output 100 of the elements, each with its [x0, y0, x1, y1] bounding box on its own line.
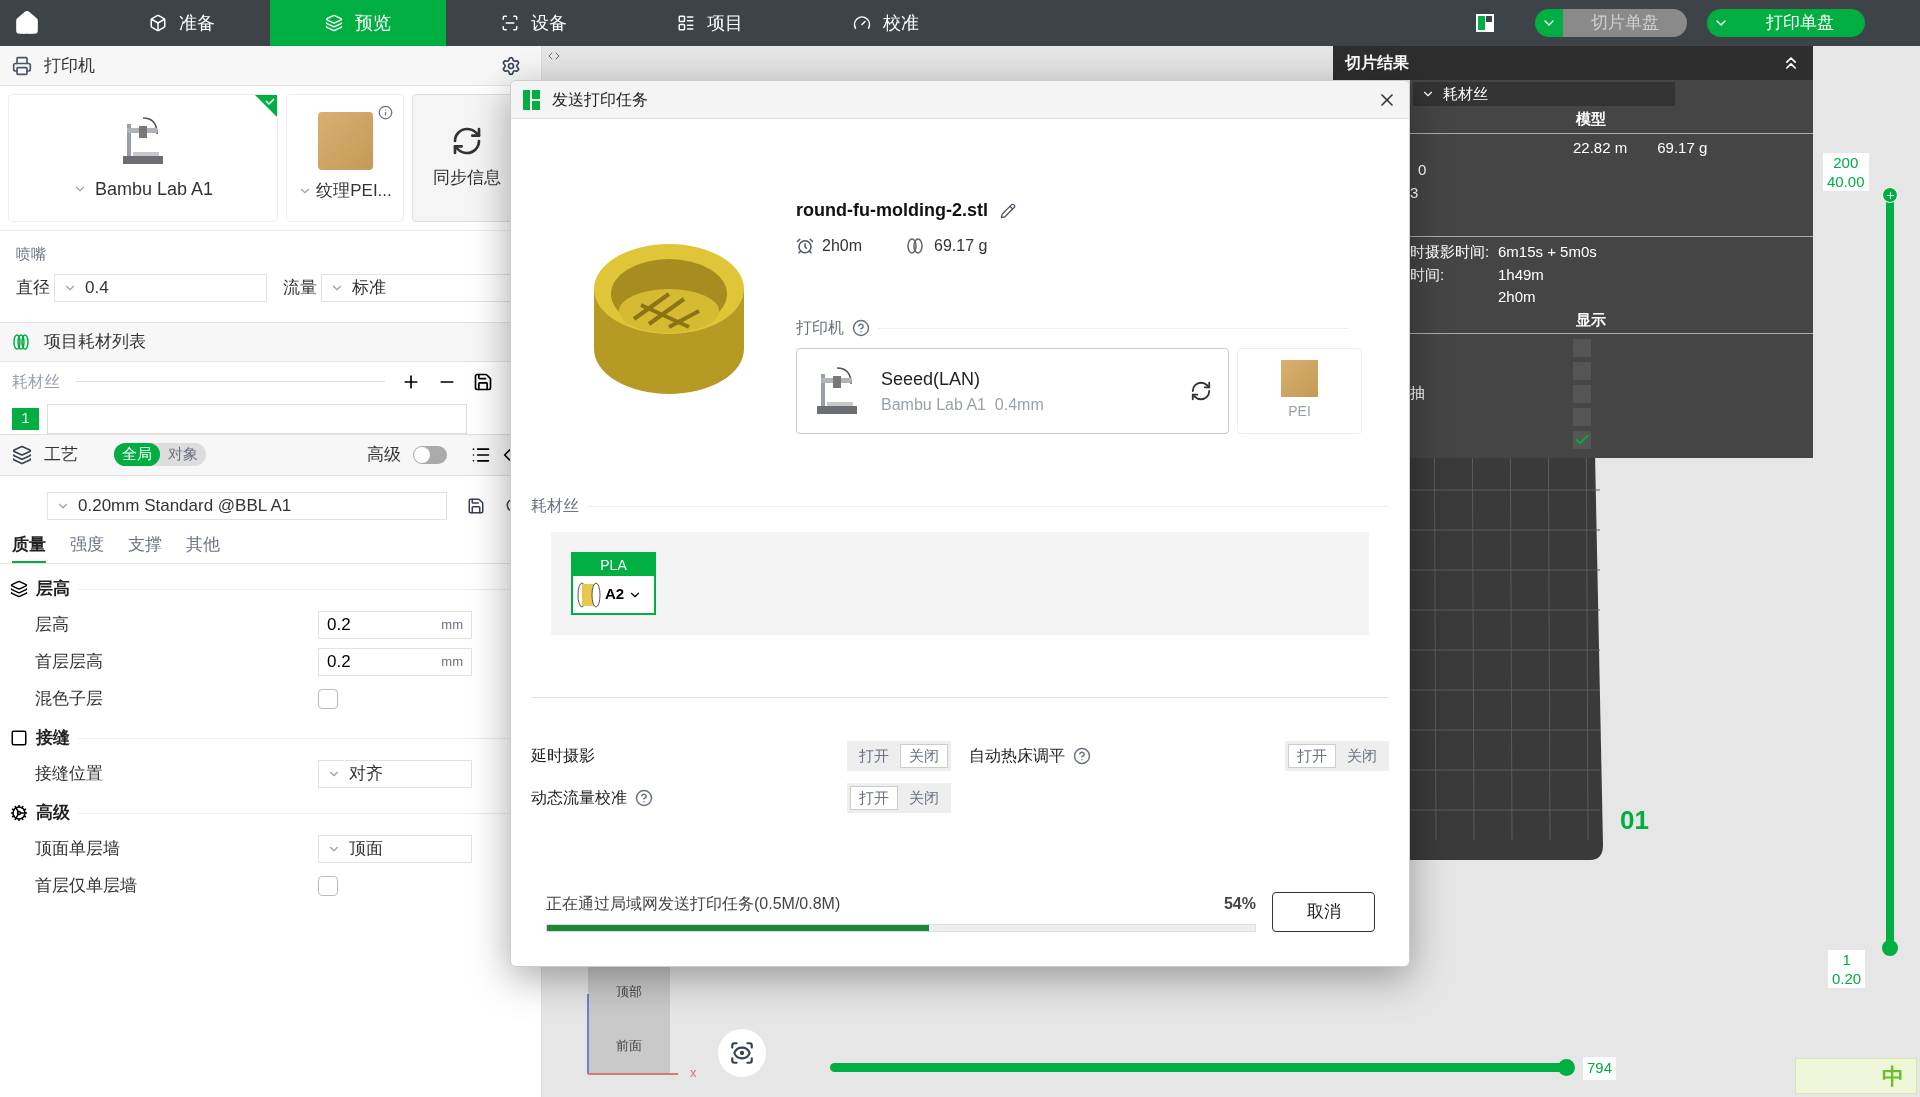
setting-label: 顶面单层墙 — [35, 837, 121, 860]
slice-dropdown[interactable] — [1535, 9, 1563, 37]
nav-tab[interactable]: 准备 — [94, 0, 270, 46]
printer-name: Bambu Lab A1 — [94, 177, 214, 201]
process-icon — [12, 444, 32, 465]
setting-label: 首层层高 — [35, 650, 104, 673]
section-title: 层高 — [36, 578, 70, 601]
tab[interactable]: 强度 — [70, 531, 104, 563]
setting-label: 首层仅单层墙 — [35, 874, 138, 897]
view-cube: 顶部 前面 — [588, 965, 670, 1073]
toggle-option[interactable]: 打开 — [850, 743, 898, 769]
cancel-button[interactable]: 取消 — [1272, 892, 1375, 932]
advanced-label: 高级 — [367, 443, 401, 466]
printer-select-card[interactable]: Seeed(LAN) Bambu Lab A1 0.4mm — [796, 348, 1229, 434]
printer-model: Bambu Lab A1 0.4mm — [881, 394, 1044, 415]
panel-title: 项目耗材列表 — [44, 330, 146, 353]
clock-icon — [796, 237, 814, 255]
check-corner-icon — [255, 95, 277, 117]
checkbox[interactable] — [318, 688, 338, 709]
refresh-icon[interactable] — [1190, 380, 1212, 402]
checkbox[interactable] — [1573, 431, 1591, 449]
filament-weight: 69.17 g — [934, 236, 988, 256]
help-icon[interactable] — [635, 789, 653, 807]
plate-card: PEI — [1237, 348, 1362, 434]
layer-label: 1 0.20 — [1828, 950, 1866, 988]
view-button[interactable] — [718, 1029, 766, 1077]
layers-icon — [325, 14, 343, 32]
nav-tab[interactable]: 校准 — [798, 0, 974, 46]
toggle-option[interactable]: 关闭 — [900, 785, 948, 811]
toggle-option[interactable]: 关闭 — [1338, 743, 1386, 769]
partial-text: 时间: — [1410, 264, 1446, 285]
partial-text: 时摄影时间: — [1410, 242, 1491, 262]
time-value: 1h49m — [1498, 264, 1544, 285]
gauge-icon — [853, 14, 871, 32]
toggle-option[interactable]: 关闭 — [900, 743, 948, 769]
layout-icon[interactable] — [1475, 13, 1495, 33]
edit-icon[interactable] — [999, 202, 1016, 219]
tab[interactable]: 质量 — [12, 531, 46, 563]
printer-card[interactable]: Bambu Lab A1 — [8, 94, 278, 222]
plate-name: 纹理PEI... — [316, 180, 392, 203]
tab[interactable]: 其他 — [186, 531, 220, 563]
slice-panel-header: 切片结果 — [1333, 46, 1813, 80]
save-icon[interactable] — [467, 496, 485, 515]
setting-label: 层高 — [35, 613, 70, 636]
section-label: 耗材丝 — [12, 371, 60, 392]
field-label: 直径 — [16, 276, 50, 299]
slider-handle[interactable] — [1558, 1059, 1575, 1076]
printer-name: Seeed(LAN) — [881, 367, 982, 391]
option-label: 延时摄影 — [531, 746, 595, 766]
length-value: 22.82 m — [1573, 137, 1628, 158]
section-title: 接缝 — [36, 727, 70, 750]
column-header: 模型 — [1576, 109, 1607, 129]
toggle-option[interactable]: 打开 — [850, 785, 898, 811]
spool-icon — [12, 332, 32, 351]
dropdown[interactable]: 0.20mm Standard @BBL A1 — [47, 491, 447, 520]
filter-dropdown[interactable]: 耗材丝 — [1413, 82, 1675, 106]
home-icon[interactable] — [14, 10, 40, 36]
toggle-option[interactable]: 打开 — [1288, 743, 1336, 769]
plate-image — [1281, 360, 1318, 397]
field-label: 流量 — [283, 276, 317, 299]
advanced-switch[interactable] — [413, 445, 447, 464]
setting-label: 混色子层 — [35, 687, 104, 710]
tab[interactable]: 支撑 — [128, 531, 162, 563]
nav-tab[interactable]: 项目 — [622, 0, 798, 46]
section-label: 打印机 — [796, 318, 844, 338]
layers-icon — [10, 580, 28, 598]
settings-icon[interactable] — [501, 55, 521, 76]
plate-card[interactable]: 纹理PEI... — [286, 94, 404, 222]
axis-label: x — [690, 1064, 697, 1082]
setting-label: 接缝位置 — [35, 762, 104, 785]
number-field[interactable]: 0.2 mm — [318, 647, 472, 676]
timelapse-value: 6m15s + 5m0s — [1498, 242, 1597, 262]
slider-handle[interactable] — [1882, 940, 1898, 956]
filament-chip[interactable]: PLA A2 — [571, 552, 656, 615]
partial-text: 0 — [1418, 160, 1428, 180]
dropdown[interactable]: 0.4 — [54, 273, 267, 302]
number-field[interactable]: 0.2 mm — [318, 610, 472, 639]
checkbox[interactable] — [318, 875, 338, 896]
plate-number: 01 — [1620, 804, 1649, 837]
print-time: 2h0m — [822, 236, 863, 256]
device-icon — [501, 14, 519, 32]
nav-tab[interactable]: 设备 — [446, 0, 622, 46]
panel-title: 工艺 — [44, 443, 78, 466]
slider-handle[interactable] — [1882, 187, 1898, 203]
section-title: 高级 — [36, 802, 70, 825]
print-dropdown[interactable] — [1707, 9, 1735, 37]
app-logo-icon — [523, 89, 540, 110]
move-value: 794 — [1583, 1057, 1617, 1080]
dropdown[interactable]: 对齐 — [318, 759, 472, 788]
gears-icon — [10, 804, 28, 822]
help-icon[interactable] — [1073, 747, 1091, 765]
partial-text: 抽 — [1410, 383, 1426, 403]
section-label: 喷嘴 — [16, 244, 47, 264]
option-label: 自动热床调平 — [969, 746, 1065, 766]
progress-percent: 54% — [1223, 894, 1256, 914]
info-icon — [378, 105, 393, 120]
help-icon[interactable] — [852, 319, 870, 337]
scope-toggle[interactable]: 对象 — [160, 443, 206, 466]
slot-badge: 1 — [12, 407, 39, 430]
dropdown[interactable]: 顶面 — [318, 834, 472, 863]
